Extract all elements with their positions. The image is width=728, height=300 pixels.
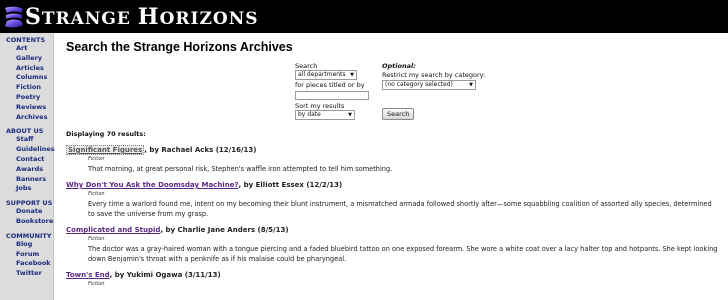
search-label: Search <box>295 62 318 70</box>
sidebar-item-reviews[interactable]: Reviews <box>0 103 53 113</box>
results-count: Displaying 70 results: <box>66 130 146 138</box>
result-excerpt: That morning, at great personal risk, St… <box>88 165 393 173</box>
sidebar-item-facebook[interactable]: Facebook <box>0 259 53 269</box>
masthead: STRANGE HORIZONS <box>0 0 728 33</box>
result-title-link[interactable]: Significant Figures <box>66 145 145 155</box>
sidebar-item-gallery[interactable]: Gallery <box>0 54 53 64</box>
site-name-rest-2: ORIZONS <box>159 9 259 29</box>
result-meta: , by Charlie Jane Anders (8/5/13) <box>160 226 289 234</box>
list-item: Significant Figures, by Rachael Acks (12… <box>66 145 722 174</box>
sidebar-heading-contents: CONTENTS <box>6 36 46 44</box>
site-name-initial-1: S <box>25 4 42 30</box>
sort-label: Sort my results <box>295 102 345 110</box>
sidebar-item-staff[interactable]: Staff <box>0 135 53 145</box>
sidebar-item-forum[interactable]: Forum <box>0 250 53 260</box>
sidebar-item-contact[interactable]: Contact <box>0 155 53 165</box>
chevron-down-icon: ▼ <box>469 82 473 88</box>
sidebar-item-art[interactable]: Art <box>0 44 53 54</box>
result-meta: , by Elliott Essex (12/2/13) <box>238 181 343 189</box>
result-category: Fiction <box>88 281 105 287</box>
site-name-initial-2: H <box>137 4 160 30</box>
site-name[interactable]: STRANGE HORIZONS <box>25 3 259 31</box>
sidebar-item-donate[interactable]: Donate <box>0 207 53 217</box>
search-form: Search all departments ▼ for pieces titl… <box>295 62 505 124</box>
list-item: Town's End, by Yukimi Ogawa (3/11/13) Fi… <box>66 271 722 287</box>
search-input[interactable] <box>295 91 369 100</box>
page-title: Search the Strange Horizons Archives <box>66 40 293 54</box>
pieces-label: for pieces titled or by <box>295 81 365 89</box>
sidebar-nav: CONTENTS Art Gallery Articles Columns Fi… <box>0 33 55 300</box>
result-title-line: Town's End, by Yukimi Ogawa (3/11/13) <box>66 271 722 279</box>
category-select[interactable]: (no category selected) ▼ <box>382 80 476 90</box>
list-item: Complicated and Stupid, by Charlie Jane … <box>66 226 722 264</box>
sidebar-heading-community: COMMUNITY <box>6 231 52 240</box>
category-select-value: (no category selected) <box>385 81 453 88</box>
sidebar-item-columns[interactable]: Columns <box>0 73 53 83</box>
result-meta: , by Rachael Acks (12/16/13) <box>144 146 257 154</box>
sort-select[interactable]: by date ▼ <box>295 110 355 120</box>
sidebar-item-poetry[interactable]: Poetry <box>0 93 53 103</box>
result-title-link[interactable]: Complicated and Stupid <box>66 226 160 234</box>
result-category: Fiction <box>88 236 105 242</box>
sidebar-item-banners[interactable]: Banners <box>0 175 53 185</box>
result-meta: , by Yukimi Ogawa (3/11/13) <box>109 271 221 279</box>
sidebar-item-articles[interactable]: Articles <box>0 64 53 74</box>
sidebar-item-twitter[interactable]: Twitter <box>0 269 53 279</box>
list-item: Why Don't You Ask the Doomsday Machine?,… <box>66 181 722 219</box>
sidebar-item-archives[interactable]: Archives <box>0 113 53 123</box>
restrict-label: Restrict my search by category: <box>382 71 486 79</box>
sidebar-item-jobs[interactable]: Jobs <box>0 184 53 194</box>
chevron-down-icon: ▼ <box>348 112 352 118</box>
site-name-rest-1: TRANGE <box>41 9 131 29</box>
sidebar-item-awards[interactable]: Awards <box>0 165 53 175</box>
result-excerpt: The doctor was a gray-haired woman with … <box>88 245 718 263</box>
sidebar-heading-support-us: SUPPORT US <box>6 199 53 208</box>
result-title-link[interactable]: Why Don't You Ask the Doomsday Machine? <box>66 181 239 189</box>
result-title-line: Significant Figures, by Rachael Acks (12… <box>66 145 722 155</box>
strange-horizons-logo-icon[interactable] <box>4 4 24 30</box>
result-title-line: Complicated and Stupid, by Charlie Jane … <box>66 226 722 234</box>
sidebar-item-bookstore[interactable]: Bookstore <box>0 217 53 227</box>
sort-select-value: by date <box>298 111 321 118</box>
chevron-down-icon: ▼ <box>350 72 354 78</box>
result-category: Fiction <box>88 191 105 197</box>
department-select[interactable]: all departments ▼ <box>295 70 357 80</box>
sidebar-item-guidelines[interactable]: Guidelines <box>0 145 55 155</box>
search-button[interactable]: Search <box>382 108 415 120</box>
department-select-value: all departments <box>298 71 346 78</box>
sidebar-heading-about-us: ABOUT US <box>6 127 44 136</box>
result-category: Fiction <box>88 156 105 162</box>
sidebar-item-blog[interactable]: Blog <box>0 240 53 250</box>
sidebar-item-fiction[interactable]: Fiction <box>0 83 53 93</box>
optional-label: Optional: <box>382 62 416 70</box>
result-title-link[interactable]: Town's End <box>66 271 110 279</box>
result-title-line: Why Don't You Ask the Doomsday Machine?,… <box>66 181 722 189</box>
result-excerpt: Every time a warlord found me, intent on… <box>88 200 712 218</box>
